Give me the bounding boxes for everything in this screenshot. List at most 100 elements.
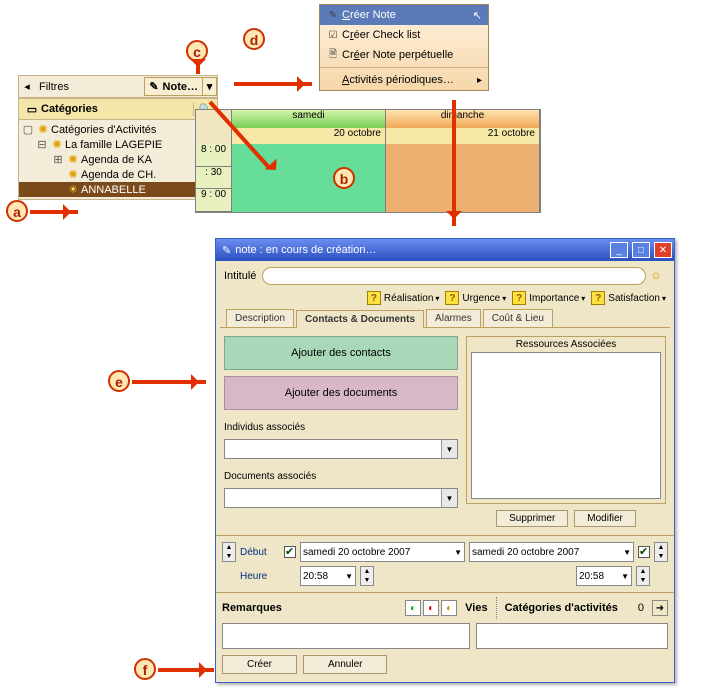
intitule-input[interactable] <box>262 267 646 285</box>
ctx-create-checklist[interactable]: ☑ Créer Check list <box>320 25 488 45</box>
attr-realisation[interactable]: ?Réalisation▾ <box>367 291 440 305</box>
chevron-down-icon[interactable]: ▼ <box>441 489 457 507</box>
resources-list[interactable] <box>471 352 661 499</box>
start-enabled-checkbox[interactable] <box>284 546 296 558</box>
ctx-create-perpetual-label: er Note perpétuelle <box>360 49 454 61</box>
resources-title: Ressources Associées <box>467 337 665 352</box>
tree-root-label: Catégories d'Activités <box>51 124 156 136</box>
start-time-input[interactable]: 20:58▼ <box>300 566 356 586</box>
time-slot[interactable]: : 30 <box>196 167 231 190</box>
status-yellow-icon[interactable]: ◐ <box>441 600 457 616</box>
filters-label[interactable]: Filtres <box>35 81 144 93</box>
documents-label: Documents associés <box>224 471 458 482</box>
window-minimize-button[interactable]: _ <box>610 242 628 258</box>
note-dropdown-arrow[interactable]: ▾ <box>202 78 216 95</box>
tree-family[interactable]: ⊟ ✺ La famille LAGEPIE <box>19 137 217 152</box>
ctx-create-checklist-label: éer Check list <box>354 29 421 41</box>
calendar-cell-sun[interactable] <box>386 144 540 212</box>
debut-label: Début <box>240 547 280 558</box>
tree-selected[interactable]: ☀ ANNABELLE <box>19 182 217 197</box>
category-tree: ▢ ✺ Catégories d'Activités ⊟ ✺ La famill… <box>19 120 217 199</box>
attr-urgence[interactable]: ?Urgence▾ <box>445 291 506 305</box>
time-slot[interactable]: 8 : 00 <box>196 144 231 167</box>
arrow-d <box>234 82 312 86</box>
date-stepper[interactable]: ▲▼ <box>222 542 236 562</box>
supprimer-button[interactable]: Supprimer <box>496 510 568 527</box>
tab-strip: Description Contacts & Documents Alarmes… <box>220 309 670 328</box>
chevron-down-icon[interactable]: ▼ <box>441 440 457 458</box>
tree-expand-icon[interactable]: ⊞ <box>51 153 65 166</box>
documents-combo[interactable]: ▼ <box>224 488 458 508</box>
time-stepper[interactable]: ▲▼ <box>636 566 650 586</box>
cursor-icon: ↖ <box>473 9 482 22</box>
calendar: samedi dimanche 20 octobre 21 octobre 8 … <box>195 109 541 213</box>
date-sun[interactable]: 21 octobre <box>386 128 540 144</box>
start-date-input[interactable]: samedi 20 octobre 2007▼ <box>300 542 465 562</box>
tab-description[interactable]: Description <box>226 309 294 327</box>
folder-icon: ✺ <box>49 138 65 151</box>
categories-more-button[interactable]: ➜ <box>652 600 668 616</box>
filters-prev-icon[interactable]: ◂ <box>19 80 35 93</box>
day-header-sat[interactable]: samedi <box>232 110 386 128</box>
remarques-input[interactable] <box>222 623 470 649</box>
add-documents-button[interactable]: Ajouter des documents <box>224 376 458 410</box>
callout-a: a <box>6 200 28 222</box>
end-time-input[interactable]: 20:58▼ <box>576 566 632 586</box>
chevron-down-icon[interactable]: ▼ <box>623 548 631 557</box>
wand-icon: ✎ <box>222 244 231 257</box>
emoji-icon[interactable]: ☺ <box>646 270 666 282</box>
wand-icon: ✎ <box>149 80 158 93</box>
callout-e: e <box>108 370 130 392</box>
creer-button[interactable]: Créer <box>222 655 297 674</box>
status-red-icon[interactable]: ◐ <box>423 600 439 616</box>
day-header-sun[interactable]: dimanche <box>386 110 540 128</box>
tree-child2-label: Agenda de CH. <box>81 169 156 181</box>
date-stepper[interactable]: ▲▼ <box>654 542 668 562</box>
categories-header[interactable]: Catégories <box>41 103 193 115</box>
chevron-down-icon[interactable]: ▼ <box>454 548 462 557</box>
categories-count: 0 <box>638 602 644 614</box>
ctx-create-perpetual[interactable]: 🗎 Créer Note perpétuelle <box>320 45 488 65</box>
modifier-button[interactable]: Modifier <box>574 510 636 527</box>
date-sat[interactable]: 20 octobre <box>232 128 386 144</box>
annuler-button[interactable]: Annuler <box>303 655 387 674</box>
ctx-create-note-label: réer Note <box>350 9 396 21</box>
attr-importance[interactable]: ?Importance▾ <box>512 291 585 305</box>
tree-child2[interactable]: ✺ Agenda de CH. <box>19 167 217 182</box>
tree-child1-label: Agenda de KA <box>81 154 152 166</box>
tree-family-label: La famille LAGEPIE <box>65 139 162 151</box>
attr-satisfaction[interactable]: ?Satisfaction▾ <box>591 291 666 305</box>
resources-groupbox: Ressources Associées <box>466 336 666 504</box>
time-stepper[interactable]: ▲▼ <box>360 566 374 586</box>
individus-combo[interactable]: ▼ <box>224 439 458 459</box>
callout-d: d <box>243 28 265 50</box>
add-contacts-button[interactable]: Ajouter des contacts <box>224 336 458 370</box>
vies-label: Vies <box>465 602 487 614</box>
categories-icon: ▭ <box>23 103 41 116</box>
callout-f: f <box>134 658 156 680</box>
ctx-periodic[interactable]: Activités périodiques… <box>320 70 488 90</box>
sidebar: ◂ Filtres ✎ Note… ▾ ▭ Catégories 🔍 ▢ ✺ C… <box>18 75 218 200</box>
tree-expand-icon[interactable]: ⊟ <box>35 138 49 151</box>
arrow-e <box>132 380 206 384</box>
ctx-create-note[interactable]: ✎ Créer Note ↖ <box>320 5 488 25</box>
tab-alarmes[interactable]: Alarmes <box>426 309 481 327</box>
time-slot[interactable]: 9 : 00 <box>196 189 231 212</box>
tab-cout-lieu[interactable]: Coût & Lieu <box>483 309 553 327</box>
end-enabled-checkbox[interactable] <box>638 546 650 558</box>
doc-icon: 🗎 <box>324 47 342 64</box>
note-dropdown-button[interactable]: ✎ Note… ▾ <box>144 77 217 96</box>
status-green-icon[interactable]: ◐ <box>405 600 421 616</box>
arrow-f <box>158 668 214 672</box>
window-maximize-button[interactable]: □ <box>632 242 650 258</box>
categories-activites-label: Catégories d'activités <box>505 602 618 614</box>
tab-contacts[interactable]: Contacts & Documents <box>296 310 424 328</box>
tree-collapse-icon[interactable]: ▢ <box>21 123 35 136</box>
categories-input[interactable] <box>476 623 668 649</box>
end-date-input[interactable]: samedi 20 octobre 2007▼ <box>469 542 634 562</box>
ctx-periodic-label: ctivités périodiques… <box>349 74 454 86</box>
window-close-button[interactable]: ✕ <box>654 242 672 258</box>
tree-root[interactable]: ▢ ✺ Catégories d'Activités <box>19 122 217 137</box>
ctx-separator <box>320 67 488 68</box>
tree-child1[interactable]: ⊞ ✺ Agenda de KA <box>19 152 217 167</box>
